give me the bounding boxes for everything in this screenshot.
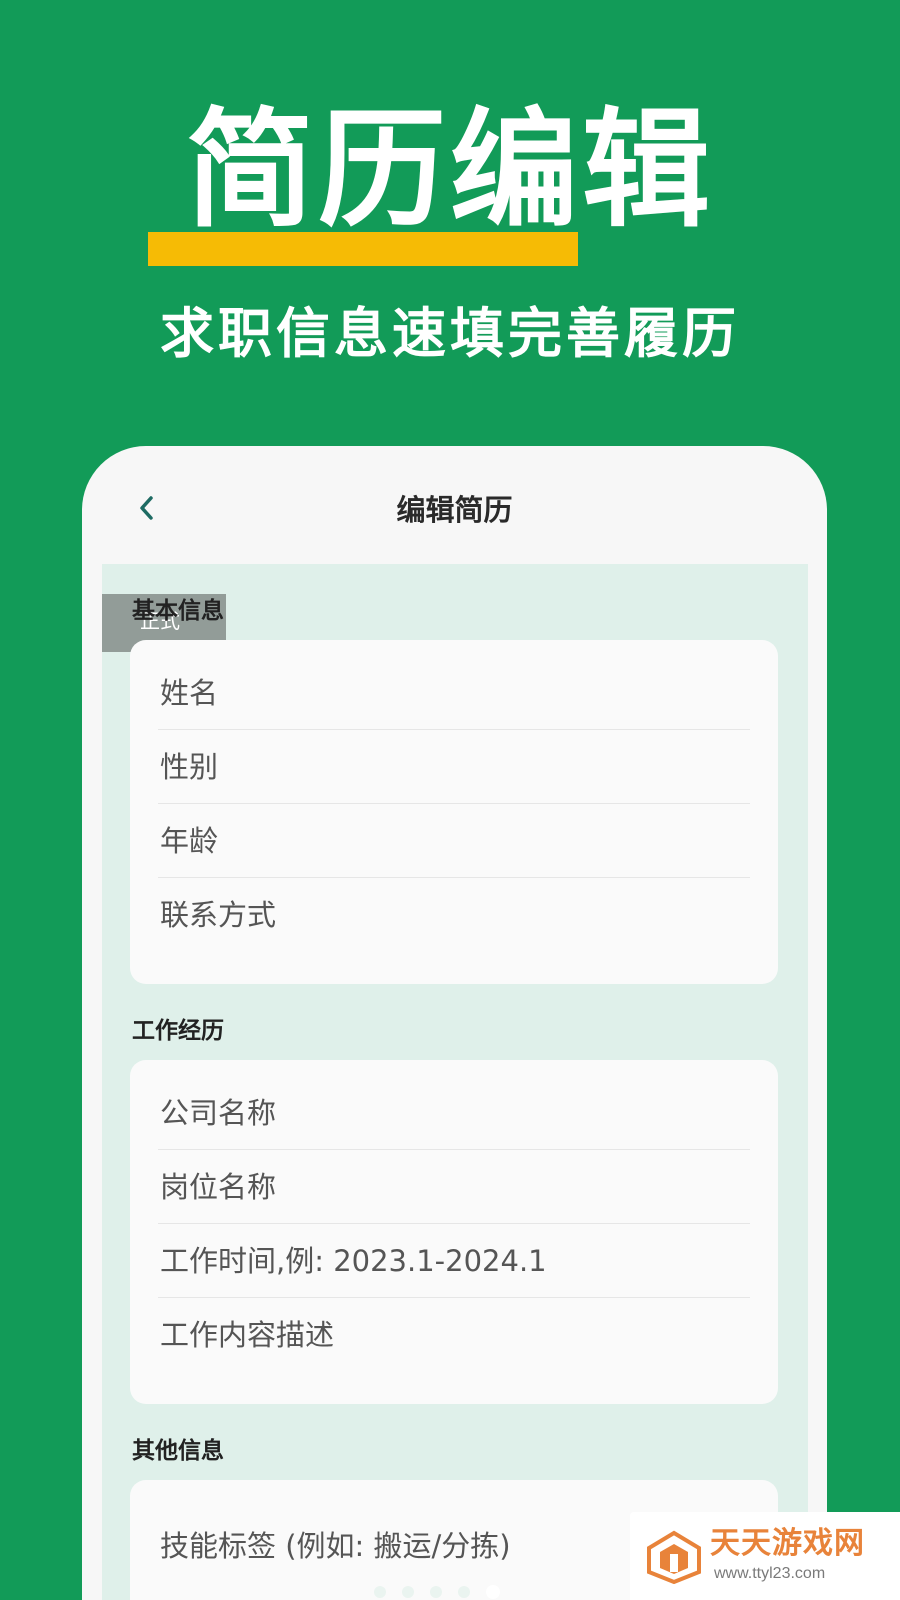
hero-subtitle: 求职信息速填完善履历 (160, 302, 740, 365)
nav-bar: 编辑简历 (82, 446, 827, 564)
work-experience-card: 公司名称 岗位名称 工作时间,例: 2023.1-2024.1 工作内容描述 (130, 1060, 778, 1404)
carousel-dot-active[interactable] (486, 1585, 500, 1599)
hero-title: 简历编辑 (185, 96, 714, 245)
phone-mockup: 编辑简历 正式 基本信息 姓名 性别 年龄 联系方式 工作经历 公司名称 岗位名… (82, 446, 827, 1600)
age-field[interactable]: 年龄 (158, 804, 750, 878)
hero-header: 简历编辑 (0, 96, 900, 276)
carousel-dot[interactable] (374, 1586, 386, 1598)
site-url: www.ttyl23.com (714, 1565, 826, 1582)
name-field[interactable]: 姓名 (158, 656, 750, 730)
gender-field[interactable]: 性别 (158, 730, 750, 804)
section-label-other-info: 其他信息 (132, 1438, 224, 1464)
basic-info-card: 姓名 性别 年龄 联系方式 (130, 640, 778, 984)
carousel-dot[interactable] (458, 1586, 470, 1598)
resume-form: 正式 基本信息 姓名 性别 年龄 联系方式 工作经历 公司名称 岗位名称 工作时… (102, 564, 808, 1600)
carousel-dot[interactable] (430, 1586, 442, 1598)
site-watermark: 天天游戏网 www.ttyl23.com (630, 1512, 900, 1600)
section-label-work-experience: 工作经历 (132, 1018, 224, 1044)
carousel-indicator (374, 1582, 514, 1600)
page-title: 编辑简历 (396, 493, 513, 527)
section-label-basic-info: 基本信息 (132, 598, 224, 624)
site-logo-icon (647, 1530, 701, 1584)
work-period-field[interactable]: 工作时间,例: 2023.1-2024.1 (158, 1224, 750, 1298)
company-name-field[interactable]: 公司名称 (158, 1076, 750, 1150)
contact-field[interactable]: 联系方式 (158, 878, 750, 952)
site-name: 天天游戏网 (710, 1526, 865, 1561)
work-description-field[interactable]: 工作内容描述 (158, 1298, 750, 1372)
carousel-dot[interactable] (402, 1586, 414, 1598)
job-title-field[interactable]: 岗位名称 (158, 1150, 750, 1224)
